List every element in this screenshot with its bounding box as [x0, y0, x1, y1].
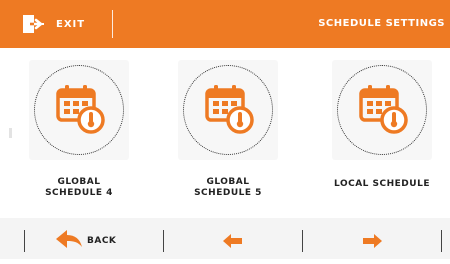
- previous-button[interactable]: [164, 218, 302, 259]
- tile-global-schedule-5[interactable]: GLOBAL SCHEDULE 5: [176, 60, 280, 208]
- next-button[interactable]: [303, 218, 441, 259]
- tile-local-schedule[interactable]: LOCAL SCHEDULE: [330, 60, 434, 208]
- header-bar: EXIT SCHEDULE SETTINGS: [0, 0, 450, 48]
- page-title: SCHEDULE SETTINGS: [318, 18, 445, 29]
- scroll-hint: [9, 128, 12, 138]
- calendar-thermometer-icon: [56, 84, 106, 138]
- calendar-thermometer-icon: [359, 84, 409, 138]
- exit-label: EXIT: [56, 18, 86, 30]
- arrow-left-icon: [223, 233, 243, 252]
- exit-button[interactable]: EXIT: [20, 0, 112, 48]
- exit-door-icon: [20, 14, 46, 34]
- arrow-right-icon: [362, 233, 382, 252]
- tile-icon-box: [29, 60, 129, 160]
- calendar-thermometer-icon: [205, 84, 255, 138]
- back-arrow-icon: [55, 229, 83, 253]
- tile-label: GLOBAL SCHEDULE 5: [194, 177, 262, 198]
- bottom-bar: BACK: [0, 218, 450, 259]
- tile-label: LOCAL SCHEDULE: [334, 179, 430, 189]
- bottom-divider: [441, 230, 442, 252]
- back-button[interactable]: BACK: [25, 218, 163, 259]
- tile-label: GLOBAL SCHEDULE 4: [45, 177, 113, 198]
- back-label: BACK: [87, 236, 117, 246]
- tile-icon-box: [178, 60, 278, 160]
- header-divider: [112, 10, 113, 38]
- tile-icon-box: [332, 60, 432, 160]
- tile-global-schedule-4[interactable]: GLOBAL SCHEDULE 4: [27, 60, 131, 208]
